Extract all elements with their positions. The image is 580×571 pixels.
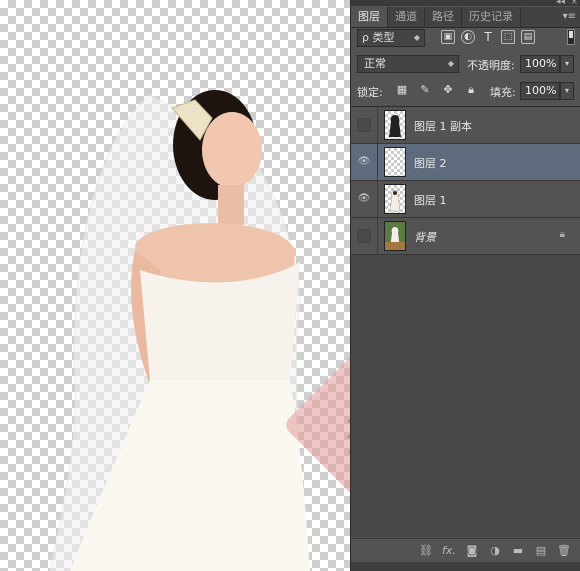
- lock-label: 锁定:: [357, 86, 383, 99]
- lock-paint-icon[interactable]: ✎: [418, 83, 432, 97]
- new-layer-icon[interactable]: ▤: [534, 544, 548, 557]
- tab-paths[interactable]: 路径: [425, 7, 462, 27]
- blend-opacity-row: 正常 ◆ 不透明度: 100% ▾: [355, 54, 579, 76]
- filter-icons: ▣ ◐ T ⬚ ▤: [441, 30, 535, 44]
- mask-icon[interactable]: ◙: [465, 544, 479, 557]
- fill-label: 填充:: [490, 86, 516, 99]
- lock-icon: 🔒︎: [559, 229, 565, 240]
- lock-fill-row: 锁定: ▦ ✎ ✥ 🔒︎ 填充: 100% ▾: [355, 81, 579, 103]
- lock-icons: ▦ ✎ ✥ 🔒︎: [395, 83, 478, 97]
- adjustment-filter-icon[interactable]: ◐: [461, 30, 475, 44]
- chevron-updown-icon: ◆: [413, 33, 420, 42]
- fill-dropdown-icon[interactable]: ▾: [560, 82, 574, 100]
- panel-footer-strip: [351, 562, 580, 571]
- panel-tabs: 图层 通道 路径 历史记录 ▾≡: [351, 7, 580, 28]
- lock-transparent-icon[interactable]: ▦: [395, 83, 409, 97]
- lock-all-icon[interactable]: 🔒︎: [464, 83, 478, 97]
- layer-row-1[interactable]: 👁︎ 图层 1: [351, 181, 580, 218]
- fx-icon[interactable]: fx.: [442, 544, 456, 557]
- divider: [377, 218, 378, 254]
- fill-input[interactable]: 100%: [520, 82, 560, 100]
- layer-thumbnail: [384, 221, 406, 251]
- opacity-dropdown-icon[interactable]: ▾: [560, 55, 574, 73]
- layer-row-background[interactable]: 背景 🔒︎: [351, 218, 580, 255]
- panel-menu-icon[interactable]: ▾≡: [563, 7, 580, 27]
- adjustment-icon[interactable]: ◑: [488, 544, 502, 557]
- chevron-updown-icon: ◆: [447, 59, 454, 68]
- opacity-label: 不透明度:: [467, 59, 515, 72]
- divider: [377, 144, 378, 180]
- layer-name[interactable]: 图层 1: [414, 192, 447, 208]
- layer-name[interactable]: 背景: [414, 229, 436, 245]
- opacity-input[interactable]: 100%: [520, 55, 560, 73]
- layer-thumbnail: [384, 184, 406, 214]
- layer-row-2[interactable]: 👁︎ 图层 2: [351, 144, 580, 181]
- layer-row-1-copy[interactable]: 图层 1 副本: [351, 107, 580, 144]
- divider: [377, 181, 378, 217]
- tab-history[interactable]: 历史记录: [462, 7, 521, 27]
- eye-icon[interactable]: 👁︎: [357, 192, 371, 206]
- visibility-toggle[interactable]: [357, 118, 371, 132]
- shape-filter-icon[interactable]: ⬚: [501, 30, 515, 44]
- folder-icon[interactable]: ▬: [511, 544, 525, 557]
- pixel-filter-icon[interactable]: ▣: [441, 30, 455, 44]
- close-icon[interactable]: ×: [570, 0, 578, 7]
- layer-thumbnail: [384, 110, 406, 140]
- smart-object-filter-icon[interactable]: ▤: [521, 30, 535, 44]
- layer-thumbnail: [384, 147, 406, 177]
- layers-panel: ◂◂ × 图层 通道 路径 历史记录 ▾≡ ρ 类型 ◆ ▣ ◐ T ⬚ ▤ 正…: [350, 0, 580, 571]
- tab-layers[interactable]: 图层: [351, 7, 388, 27]
- blend-mode-select[interactable]: 正常 ◆: [357, 55, 459, 73]
- trash-icon[interactable]: 🗑︎: [557, 544, 571, 557]
- type-filter-icon[interactable]: T: [481, 30, 495, 44]
- visibility-toggle[interactable]: [357, 229, 371, 243]
- blend-mode-label: 正常: [364, 57, 386, 70]
- eye-icon[interactable]: 👁︎: [357, 155, 371, 169]
- panel-collapse-bar[interactable]: ◂◂ ×: [351, 0, 580, 7]
- layer-name[interactable]: 图层 1 副本: [414, 118, 472, 134]
- filter-kind-select[interactable]: ρ 类型 ◆: [357, 29, 425, 47]
- filter-toggle[interactable]: [567, 29, 575, 45]
- lock-position-icon[interactable]: ✥: [441, 83, 455, 97]
- layer-filter-row: ρ 类型 ◆ ▣ ◐ T ⬚ ▤: [355, 29, 579, 49]
- tab-channels[interactable]: 通道: [388, 7, 425, 27]
- link-icon[interactable]: ⛓: [419, 544, 433, 557]
- layers-list: 图层 1 副本 👁︎ 图层 2 👁︎ 图层 1 背景 🔒︎: [351, 106, 580, 537]
- document-canvas[interactable]: 拉: [0, 0, 350, 571]
- filter-kind-label: ρ 类型: [362, 31, 395, 44]
- bride-photo-cutout: 拉: [49, 90, 350, 571]
- layer-name[interactable]: 图层 2: [414, 155, 447, 171]
- collapse-icon[interactable]: ◂◂: [556, 0, 565, 7]
- divider: [377, 107, 378, 143]
- layers-bottom-toolbar: ⛓ fx. ◙ ◑ ▬ ▤ 🗑︎: [351, 538, 580, 562]
